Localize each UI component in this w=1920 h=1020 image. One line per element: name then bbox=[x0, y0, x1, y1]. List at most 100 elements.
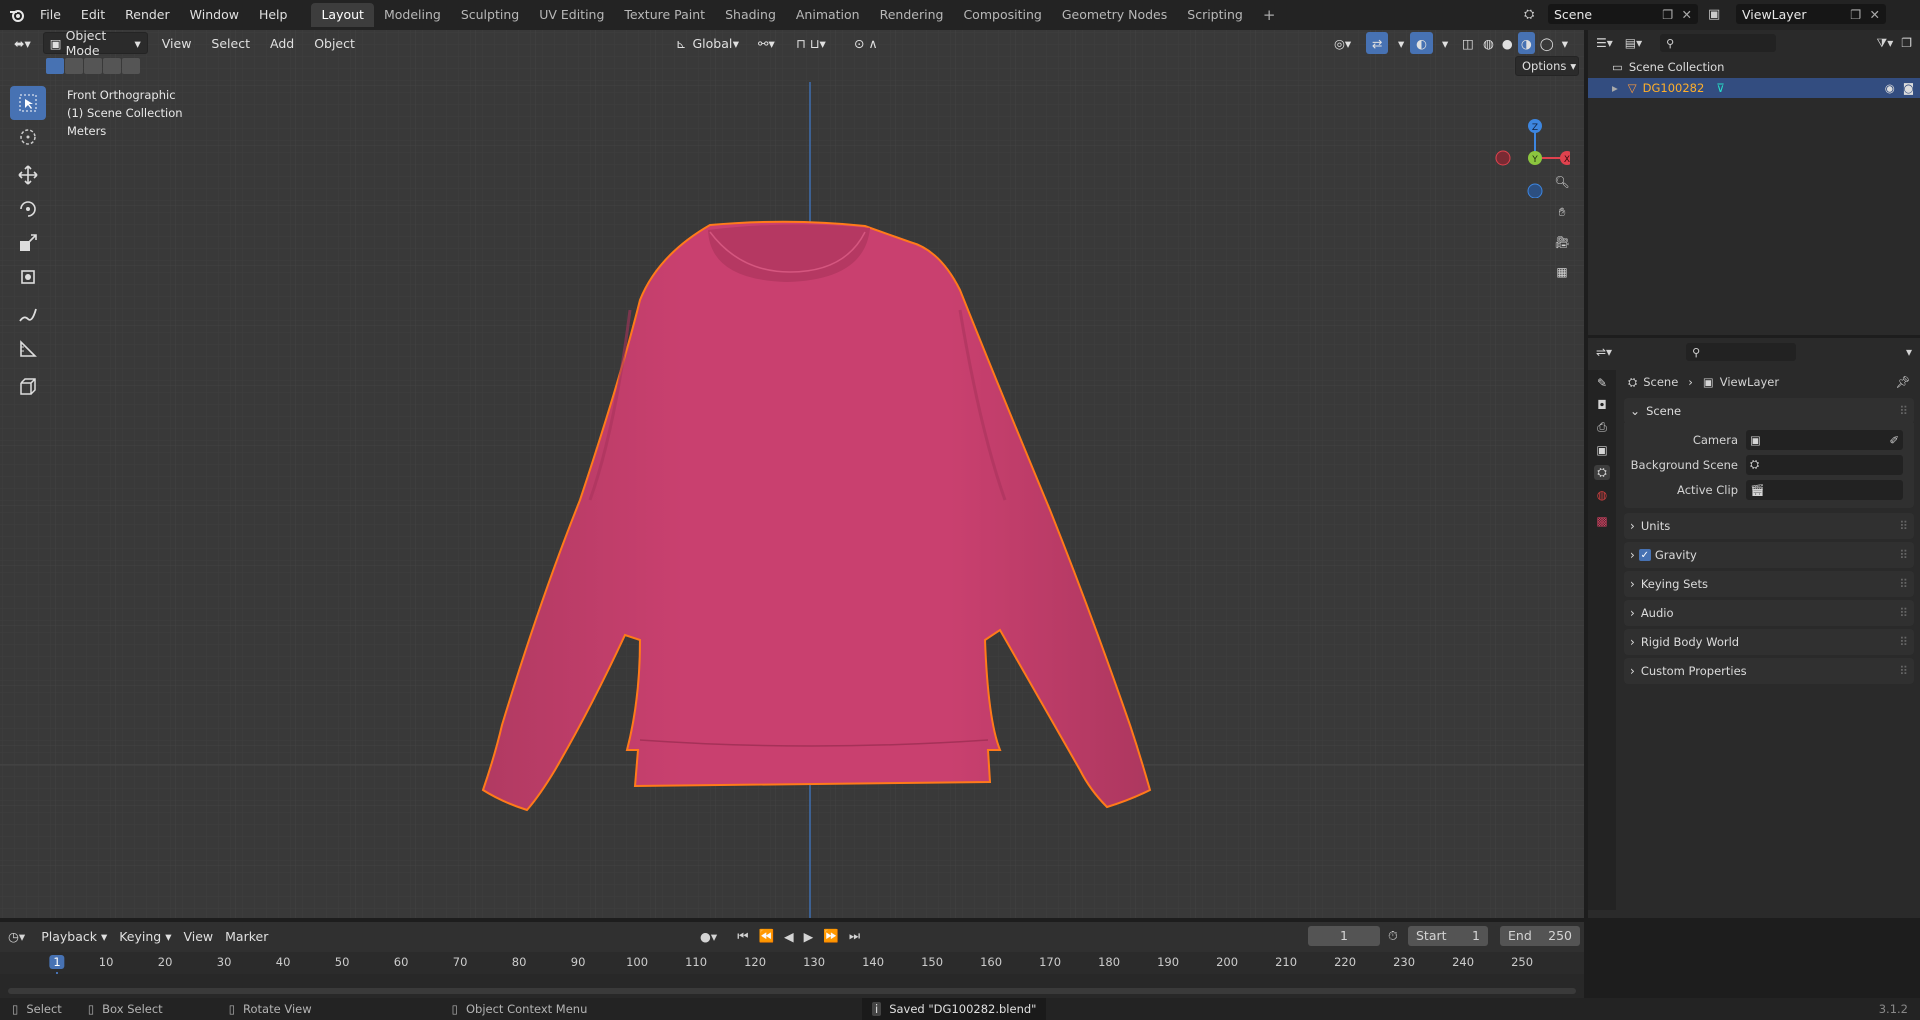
tab-layout[interactable]: Layout bbox=[311, 3, 374, 27]
output-tab-icon[interactable]: ⎙ bbox=[1597, 420, 1607, 435]
next-keyframe-icon[interactable]: ⏩ bbox=[823, 928, 839, 944]
current-frame-field[interactable]: 1 bbox=[1308, 926, 1380, 946]
drag-handle-icon[interactable]: ⠿ bbox=[1899, 664, 1908, 678]
view-layer-tab-icon[interactable]: ▣ bbox=[1596, 443, 1607, 457]
menu-object[interactable]: Object bbox=[308, 32, 361, 54]
blender-logo-icon[interactable] bbox=[4, 0, 30, 30]
scene-panel-header[interactable]: ⌄ Scene ⠿ bbox=[1624, 398, 1914, 424]
outliner-editor-icon[interactable]: ☰▾ bbox=[1596, 36, 1613, 50]
filter-icon[interactable]: ⧩▾ bbox=[1877, 36, 1894, 51]
wireframe-shading-icon[interactable]: ◍ bbox=[1480, 32, 1497, 54]
play-icon[interactable]: ▶ bbox=[804, 929, 814, 944]
close-icon[interactable]: ✕ bbox=[1870, 7, 1880, 22]
menu-view[interactable]: View bbox=[156, 32, 198, 54]
world-tab-icon[interactable]: ◍ bbox=[1597, 488, 1607, 502]
copy-icon[interactable]: ❐ bbox=[1662, 7, 1673, 22]
view-layer-icon[interactable]: ▣ bbox=[1708, 7, 1732, 22]
add-workspace-icon[interactable]: + bbox=[1253, 3, 1286, 27]
scale-tool-icon[interactable] bbox=[10, 226, 46, 260]
stopwatch-icon[interactable]: ⏱ bbox=[1388, 928, 1398, 944]
pivot-icon[interactable]: ⚯▾ bbox=[752, 32, 781, 54]
section-audio[interactable]: › Audio ⠿ bbox=[1624, 600, 1914, 626]
menu-select[interactable]: Select bbox=[205, 32, 256, 54]
tab-sculpting[interactable]: Sculpting bbox=[451, 3, 529, 27]
pin-icon[interactable]: 📌︎ bbox=[1895, 375, 1910, 389]
camera-view-icon[interactable]: 🎥︎ bbox=[1548, 228, 1576, 256]
tab-compositing[interactable]: Compositing bbox=[953, 3, 1051, 27]
scene-selector[interactable]: Scene ❐ ✕ bbox=[1548, 4, 1698, 24]
menu-add[interactable]: Add bbox=[264, 32, 300, 54]
neg-z-axis-icon[interactable] bbox=[1527, 183, 1543, 198]
outliner-row-scene-collection[interactable]: ▭ Scene Collection bbox=[1588, 56, 1920, 78]
tab-geometry-nodes[interactable]: Geometry Nodes bbox=[1052, 3, 1177, 27]
start-frame-field[interactable]: Start 1 bbox=[1408, 926, 1488, 946]
gizmo-toggle-icon[interactable]: ⇄ bbox=[1366, 32, 1389, 54]
properties-search-input[interactable]: ⚲ bbox=[1686, 343, 1797, 361]
view-layer-selector[interactable]: ViewLayer ❐ ✕ bbox=[1736, 4, 1886, 24]
section-units[interactable]: › Units ⠿ bbox=[1624, 513, 1914, 539]
shading-dropdown-icon[interactable]: ▾ bbox=[1559, 32, 1571, 54]
tab-animation[interactable]: Animation bbox=[786, 3, 870, 27]
tab-rendering[interactable]: Rendering bbox=[870, 3, 954, 27]
menu-window[interactable]: Window bbox=[180, 0, 249, 30]
mode-selector[interactable]: ▣ Object Mode ▾ bbox=[42, 30, 148, 58]
tab-modeling[interactable]: Modeling bbox=[374, 3, 451, 27]
menu-help[interactable]: Help bbox=[249, 0, 298, 30]
drag-handle-icon[interactable]: ⠿ bbox=[1899, 606, 1908, 620]
gravity-checkbox[interactable]: ✓ bbox=[1638, 549, 1651, 561]
drag-handle-icon[interactable]: ⠿ bbox=[1899, 577, 1908, 591]
jump-end-icon[interactable]: ⏭ bbox=[849, 928, 860, 944]
menu-edit[interactable]: Edit bbox=[71, 0, 115, 30]
jump-start-icon[interactable]: ⏮ bbox=[737, 928, 748, 944]
menu-marker[interactable]: Marker bbox=[219, 925, 274, 947]
select-subtract-icon[interactable] bbox=[84, 58, 102, 74]
tab-uv-editing[interactable]: UV Editing bbox=[529, 3, 614, 27]
eye-icon[interactable]: ◉ bbox=[1885, 81, 1895, 95]
properties-editor-icon[interactable]: ⇌▾ bbox=[1596, 345, 1612, 359]
overlay-dropdown-icon[interactable]: ▾ bbox=[1436, 32, 1454, 54]
transform-orientation[interactable]: ⊾ Global ▾ bbox=[670, 32, 745, 54]
options-dropdown-icon[interactable]: ▾ bbox=[1906, 345, 1912, 359]
scene-tab-icon[interactable]: ⛭ bbox=[1594, 465, 1610, 480]
xray-icon[interactable]: ◫ bbox=[1456, 32, 1480, 54]
eyedropper-icon[interactable]: ✐ bbox=[1889, 433, 1899, 447]
select-box-tool-icon[interactable] bbox=[10, 86, 46, 120]
solid-shading-icon[interactable]: ● bbox=[1499, 32, 1516, 54]
outliner-search-input[interactable]: ⚲ bbox=[1660, 34, 1777, 52]
menu-keying[interactable]: Keying ▾ bbox=[113, 925, 177, 947]
section-custom-properties[interactable]: › Custom Properties ⠿ bbox=[1624, 658, 1914, 684]
options-button[interactable]: Options ▾ bbox=[1515, 56, 1579, 76]
display-mode-icon[interactable]: ▤▾ bbox=[1625, 36, 1642, 50]
expand-arrow-icon[interactable]: ▸ bbox=[1612, 81, 1618, 95]
play-reverse-icon[interactable]: ◀ bbox=[784, 929, 794, 944]
select-intersect-icon[interactable] bbox=[122, 58, 140, 74]
gizmo-dropdown-icon[interactable]: ▾ bbox=[1392, 32, 1410, 54]
section-gravity[interactable]: › ✓ Gravity ⠿ bbox=[1624, 542, 1914, 568]
tool-tab-icon[interactable]: ✎ bbox=[1597, 376, 1607, 390]
overlay-toggle-icon[interactable]: ◐ bbox=[1410, 32, 1433, 54]
material-shading-icon[interactable]: ◑ bbox=[1517, 32, 1535, 54]
zoom-icon[interactable]: 🔍︎ bbox=[1548, 168, 1576, 196]
report-message[interactable]: i Saved "DG100282.blend" bbox=[862, 998, 1047, 1020]
cursor-tool-icon[interactable] bbox=[10, 120, 46, 154]
select-extend-icon[interactable] bbox=[65, 58, 83, 74]
rendered-shading-icon[interactable]: ◯ bbox=[1537, 32, 1557, 54]
move-tool-icon[interactable] bbox=[10, 158, 46, 192]
menu-playback[interactable]: Playback ▾ bbox=[35, 925, 113, 947]
3d-viewport[interactable]: ⬌▾ ▣ Object Mode ▾ View Select Add Objec… bbox=[0, 30, 1584, 918]
drag-handle-icon[interactable]: ⠿ bbox=[1899, 548, 1908, 562]
copy-icon[interactable]: ❐ bbox=[1850, 7, 1861, 22]
drag-handle-icon[interactable]: ⠿ bbox=[1899, 635, 1908, 649]
tab-texture-paint[interactable]: Texture Paint bbox=[614, 3, 715, 27]
close-icon[interactable]: ✕ bbox=[1682, 7, 1692, 22]
record-icon[interactable]: ●▾ bbox=[700, 929, 717, 944]
menu-file[interactable]: File bbox=[30, 0, 71, 30]
rotate-tool-icon[interactable] bbox=[10, 192, 46, 226]
render-camera-icon[interactable]: ◙ bbox=[1903, 81, 1914, 95]
tab-shading[interactable]: Shading bbox=[715, 3, 786, 27]
outliner-row-object[interactable]: ▸ ▽ DG100282 ⊽ ◉ ◙ bbox=[1588, 78, 1920, 98]
tab-scripting[interactable]: Scripting bbox=[1177, 3, 1253, 27]
proportional-edit-icon[interactable]: ⊙ ∧ bbox=[848, 32, 884, 54]
transform-tool-icon[interactable] bbox=[10, 260, 46, 294]
menu-render[interactable]: Render bbox=[115, 0, 180, 30]
